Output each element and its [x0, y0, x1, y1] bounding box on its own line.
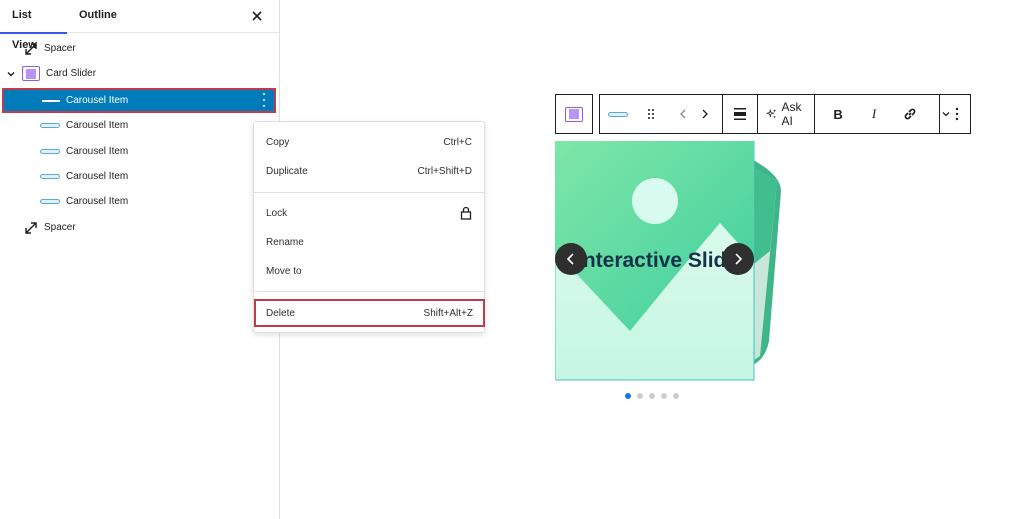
card-slider-icon — [565, 106, 583, 122]
image-sun-icon — [632, 178, 678, 224]
block-options-menu: Copy Ctrl+C Duplicate Ctrl+Shift+D Lock … — [253, 121, 485, 333]
sidebar-tabs: List View Outline — [0, 0, 279, 51]
menu-item-label: Duplicate — [266, 165, 308, 177]
close-icon — [252, 11, 262, 21]
tree-item-label: Card Slider — [46, 68, 97, 79]
drag-handle-icon — [648, 109, 654, 119]
link-button[interactable] — [901, 99, 919, 129]
slider-pagination — [625, 393, 679, 399]
select-parent-button[interactable] — [556, 99, 592, 129]
link-icon — [904, 108, 916, 120]
close-sidebar-button[interactable] — [247, 6, 267, 26]
menu-item-label: Delete — [266, 307, 295, 319]
menu-divider — [254, 291, 484, 292]
slider-next-button[interactable] — [722, 243, 754, 275]
carousel-item-icon — [40, 123, 60, 128]
pagination-dot-5[interactable] — [673, 393, 679, 399]
slider-prev-button[interactable] — [555, 243, 587, 275]
resize-arrows-icon — [25, 221, 37, 234]
move-left-button[interactable] — [674, 99, 692, 129]
tree-item-label: Spacer — [44, 222, 76, 233]
tree-item-label: Carousel Item — [66, 120, 129, 131]
tree-item-carousel-item[interactable]: Carousel Item — [0, 113, 276, 138]
menu-item-shortcut: Shift+Alt+Z — [423, 307, 473, 319]
chevron-right-icon — [735, 253, 743, 265]
tree-item-spacer[interactable]: Spacer — [0, 215, 276, 240]
italic-button[interactable]: I — [865, 99, 883, 129]
tree-item-spacer[interactable]: Spacer — [0, 36, 276, 61]
menu-item-copy[interactable]: Copy Ctrl+C — [254, 130, 484, 154]
chevron-left-icon — [566, 253, 574, 265]
menu-divider — [254, 192, 484, 193]
sparkle-icon — [766, 108, 777, 119]
move-right-button[interactable] — [696, 99, 714, 129]
tab-list-view[interactable]: List View — [0, 0, 67, 51]
options-group — [940, 95, 974, 133]
menu-item-label: Rename — [266, 236, 304, 248]
menu-item-label: Lock — [266, 207, 288, 219]
tree-item-carousel-item[interactable]: Carousel Item — [0, 139, 276, 164]
menu-item-delete[interactable]: Delete Shift+Alt+Z — [254, 299, 485, 327]
drag-handle-button[interactable] — [642, 99, 660, 129]
carousel-item-icon — [40, 174, 60, 179]
parent-block-toolbar — [555, 94, 593, 134]
menu-item-lock[interactable]: Lock — [254, 201, 484, 225]
card-slider-icon — [22, 66, 40, 81]
carousel-item-icon — [40, 149, 60, 154]
bold-button[interactable]: B — [829, 99, 847, 129]
tree-item-carousel-item[interactable]: Carousel Item — [0, 189, 276, 214]
menu-item-label: Move to — [266, 265, 302, 277]
tab-outline[interactable]: Outline — [67, 0, 129, 33]
block-options-button[interactable] — [948, 99, 966, 129]
pagination-dot-4[interactable] — [661, 393, 667, 399]
tree-item-label: Carousel Item — [66, 196, 129, 207]
block-controls-group — [600, 95, 723, 133]
menu-item-move-to[interactable]: Move to — [254, 259, 484, 283]
carousel-item-icon — [42, 99, 60, 102]
format-group: B I — [815, 95, 950, 133]
align-icon — [734, 108, 746, 120]
list-view-sidebar: List View Outline Spacer Card Slider Car… — [0, 0, 280, 519]
block-type-button[interactable] — [608, 99, 628, 129]
pagination-dot-3[interactable] — [649, 393, 655, 399]
menu-item-duplicate[interactable]: Duplicate Ctrl+Shift+D — [254, 159, 484, 183]
tree-item-card-slider[interactable]: Card Slider — [0, 61, 276, 86]
chevron-left-icon — [680, 109, 686, 119]
carousel-item-icon — [608, 111, 628, 117]
more-vertical-icon — [955, 107, 959, 121]
pagination-dot-2[interactable] — [637, 393, 643, 399]
tree-item-carousel-item[interactable]: Carousel Item — [0, 164, 276, 189]
block-toolbar: Ask AI B I — [599, 94, 971, 134]
lock-icon — [460, 206, 472, 220]
chevron-right-icon — [702, 109, 708, 119]
ask-ai-button[interactable]: Ask AI — [766, 99, 806, 129]
chevron-down-icon[interactable] — [6, 69, 16, 79]
tree-item-label: Carousel Item — [66, 171, 129, 182]
carousel-item-icon — [40, 199, 60, 204]
ai-group: Ask AI — [758, 95, 816, 133]
menu-item-shortcut: Ctrl+C — [443, 136, 472, 148]
tree-item-label: Carousel Item — [66, 146, 129, 157]
align-button[interactable] — [731, 99, 749, 129]
menu-item-label: Copy — [266, 136, 290, 148]
ask-ai-label: Ask AI — [781, 100, 802, 128]
menu-item-rename[interactable]: Rename — [254, 230, 484, 254]
pagination-dot-1[interactable] — [625, 393, 631, 399]
more-vertical-icon[interactable] — [262, 93, 266, 107]
menu-item-shortcut: Ctrl+Shift+D — [417, 165, 472, 177]
align-group — [723, 95, 758, 133]
tree-item-label: Carousel Item — [66, 95, 129, 106]
tree-item-label: Spacer — [44, 43, 76, 54]
resize-arrows-icon — [25, 42, 37, 55]
tree-item-carousel-item-selected[interactable]: Carousel Item — [2, 88, 276, 113]
